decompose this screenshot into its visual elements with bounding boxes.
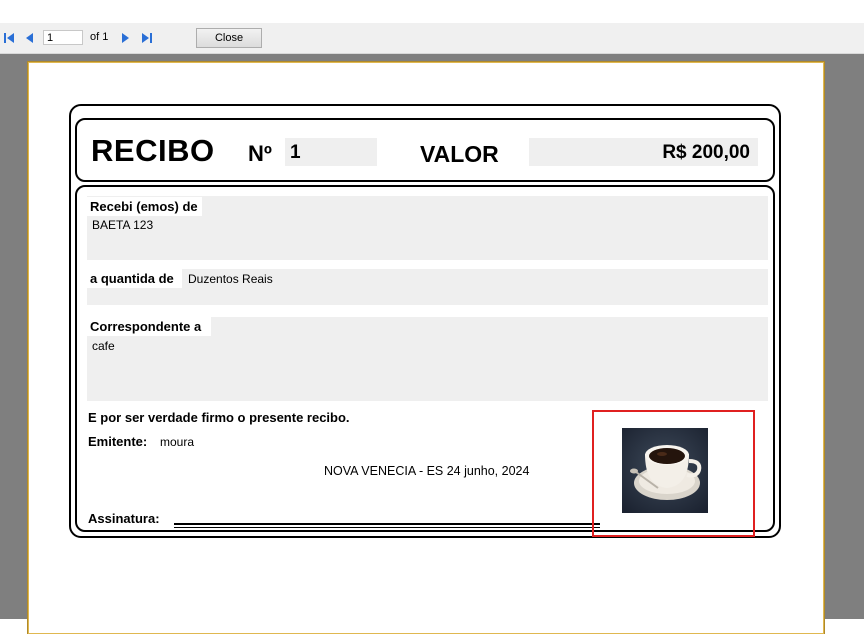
signature-line <box>174 523 600 525</box>
amount-label: a quantida de <box>87 269 182 288</box>
signature-label: Assinatura: <box>88 511 160 526</box>
corresponding-value: cafe <box>92 339 115 353</box>
page-count-label: of 1 <box>90 31 109 43</box>
top-strip <box>0 0 864 23</box>
received-from-label: Recebi (emos) de <box>87 197 202 216</box>
declaration-text: E por ser verdade firmo o presente recib… <box>88 410 350 425</box>
received-from-value: BAETA 123 <box>92 218 154 232</box>
last-page-icon[interactable] <box>141 32 153 44</box>
valor-label: VALOR <box>420 141 499 167</box>
report-page: RECIBO Nº 1 VALOR R$ 200,00 Recebi (emos… <box>28 62 824 634</box>
first-page-icon[interactable] <box>3 32 15 44</box>
signature-underline <box>174 527 600 528</box>
close-button[interactable]: Close <box>196 28 262 48</box>
issuer-label: Emitente: <box>88 434 148 449</box>
number-label: Nº <box>248 141 272 166</box>
report-toolbar: of 1 Close <box>0 23 864 54</box>
next-page-icon[interactable] <box>119 32 131 44</box>
page-number-input[interactable] <box>43 30 83 45</box>
number-value: 1 <box>285 138 377 166</box>
valor-value: R$ 200,00 <box>529 138 758 166</box>
receipt-title: RECIBO <box>91 133 215 168</box>
amount-value: Duzentos Reais <box>188 272 273 286</box>
prev-page-icon[interactable] <box>24 32 36 44</box>
issuer-value: moura <box>160 435 195 449</box>
report-viewer[interactable]: RECIBO Nº 1 VALOR R$ 200,00 Recebi (emos… <box>0 54 864 634</box>
coffee-cup-image <box>622 428 708 513</box>
corresponding-label: Correspondente a <box>87 317 212 336</box>
place-date-text: NOVA VENECIA - ES 24 junho, 2024 <box>324 464 530 478</box>
